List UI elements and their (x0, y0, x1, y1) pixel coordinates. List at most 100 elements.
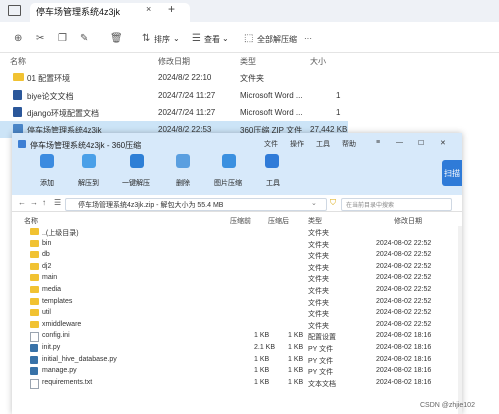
search-placeholder: 在当前目录中搜索 (346, 203, 395, 209)
zip-app-icon (18, 140, 26, 148)
col-type[interactable]: 类型 (240, 56, 256, 67)
extract-all-button[interactable]: 全部解压缩 (257, 34, 297, 45)
file-name: django环境配置文档 (27, 109, 100, 118)
zip-file-date: 2024-08-02 18:16 (376, 355, 432, 363)
list-item[interactable]: 01 配置环境 2024/8/2 22:10 文件夹 (0, 69, 348, 86)
zip-list-item[interactable]: dj2 文件夹 2024-08-02 22:52 (12, 262, 462, 273)
new-tab-icon[interactable]: + (168, 2, 175, 16)
copy-icon[interactable]: ❐ (58, 33, 67, 44)
col-size[interactable]: 大小 (310, 56, 326, 67)
zip-file-type: PY 文件 (308, 346, 334, 353)
window-icon (8, 5, 21, 16)
delete-button[interactable]: 删除 (176, 178, 190, 188)
menu-file[interactable]: 文件 (264, 139, 278, 149)
list-item[interactable]: biye论文文档 2024/7/24 11:27 Microsoft Word … (0, 87, 348, 104)
delete-icon[interactable]: 🗑 (110, 33, 123, 44)
view-icon[interactable]: ☰ (192, 33, 201, 44)
tab-close-icon[interactable]: × (146, 4, 151, 14)
extract-to-button[interactable]: 解压到 (78, 178, 99, 188)
zip-col-name[interactable]: 名称 (24, 216, 38, 226)
zip-file-type: 文本文档 (308, 380, 336, 388)
extract-icon[interactable]: ⬚ (244, 33, 253, 44)
zip-list-item[interactable]: ..(上级目录) 文件夹 (12, 227, 462, 238)
close-icon[interactable]: ✕ (440, 139, 446, 147)
zip-list-item[interactable]: init.py 2.1 KB 1 KB PY 文件 2024-08-02 18:16 (12, 343, 462, 354)
zip-size-before: 2.1 KB (254, 344, 276, 351)
image-compress-icon[interactable] (222, 154, 236, 168)
zip-col-before[interactable]: 压缩前 (230, 216, 251, 226)
file-date: 2024/7/24 11:27 (158, 108, 216, 117)
zip-file-date: 2024-08-02 22:52 (376, 251, 432, 259)
zip-file-name: requirements.txt (42, 378, 93, 386)
zip-col-date[interactable]: 修改日期 (394, 216, 422, 226)
file-size: 1 (336, 108, 341, 117)
zip-size-after: 1 KB (288, 378, 304, 386)
folder-icon (13, 73, 24, 81)
zip-file-type: 文件夹 (308, 299, 329, 307)
zip-list-item[interactable]: db 文件夹 2024-08-02 22:52 (12, 250, 462, 261)
zip-file-date: 2024-08-02 22:52 (376, 239, 432, 247)
zip-file-type: 文件夹 (308, 322, 329, 330)
zip-list-item[interactable]: requirements.txt 1 KB 1 KB 文本文档 2024-08-02 1… (12, 378, 462, 389)
menu-operate[interactable]: 操作 (290, 139, 304, 149)
path-text: 停车场管理系统4z3jk.zip - 解包大小为 55.4 MB (78, 202, 224, 209)
zip-list-item[interactable]: bin 文件夹 2024-08-02 22:52 (12, 239, 462, 250)
zip-list-item[interactable]: media 文件夹 2024-08-02 22:52 (12, 285, 462, 296)
zip-file-type: 文件夹 (308, 311, 329, 319)
forward-icon[interactable]: → (30, 198, 38, 207)
minimize-icon[interactable]: — (396, 139, 403, 146)
file-type: Microsoft Word ... (240, 108, 303, 117)
zip-file-date: 2024-08-02 18:16 (376, 378, 432, 386)
sort-icon[interactable]: ⇅ (142, 33, 150, 44)
zip-list-item[interactable]: util 文件夹 2024-08-02 22:52 (12, 308, 462, 319)
one-click-extract-icon[interactable] (130, 154, 144, 168)
zip-col-after[interactable]: 压缩后 (268, 216, 289, 226)
zip-size-before: 1 KB (254, 378, 270, 386)
tools-button[interactable]: 工具 (266, 178, 280, 188)
menu-icon[interactable]: ≡ (376, 139, 380, 146)
menu-tools[interactable]: 工具 (316, 139, 330, 149)
zip-list-item[interactable]: main 文件夹 2024-08-02 22:52 (12, 273, 462, 284)
zip-size-before: 1 KB (254, 332, 270, 340)
word-doc-icon (13, 90, 22, 100)
zip-list-item[interactable]: initial_hive_database.py 1 KB 1 KB PY 文件 202… (12, 355, 462, 366)
rename-icon[interactable]: ✎ (80, 33, 88, 44)
zip-list-item[interactable]: manage.py 1 KB 1 KB PY 文件 2024-08-02 18:16 (12, 366, 462, 377)
zip-list-item[interactable]: templates 文件夹 2024-08-02 22:52 (12, 297, 462, 308)
zip-file-name: dj2 (42, 262, 52, 270)
more-button[interactable]: ··· (304, 34, 312, 43)
up-icon[interactable]: ↑ (42, 198, 46, 207)
one-click-extract-button[interactable]: 一键解压 (122, 178, 150, 188)
add-icon[interactable] (40, 154, 54, 168)
file-date: 2024/7/24 11:27 (158, 91, 216, 100)
file-date: 2024/8/2 22:10 (158, 73, 212, 82)
col-name[interactable]: 名称 (10, 56, 26, 67)
scrollbar[interactable] (458, 226, 462, 414)
zip-col-type[interactable]: 类型 (308, 216, 322, 226)
sort-button[interactable]: 排序 (154, 34, 170, 45)
add-button[interactable]: 添加 (40, 178, 54, 188)
zip-list-item[interactable]: xmiddleware 文件夹 2024-08-02 22:52 (12, 320, 462, 331)
maximize-icon[interactable]: ☐ (418, 139, 424, 147)
extract-to-icon[interactable] (82, 154, 96, 168)
image-compress-button[interactable]: 图片压缩 (214, 178, 242, 188)
shield-icon[interactable]: ⛉ (330, 198, 336, 208)
view-button[interactable]: 查看 (204, 34, 220, 45)
cut-icon[interactable]: ✂ (36, 33, 44, 44)
path-dropdown-icon[interactable]: ⌄ (311, 199, 317, 207)
menu-help[interactable]: 帮助 (342, 139, 356, 149)
zip-file-name: initial_hive_database.py (42, 355, 117, 363)
delete-icon[interactable] (176, 154, 190, 168)
sort-chevron-icon[interactable]: ⌄ (173, 34, 180, 43)
view-chevron-icon[interactable]: ⌄ (222, 34, 229, 43)
tools-icon[interactable] (265, 154, 279, 168)
zip-file-name: init.py (42, 344, 61, 351)
list-item[interactable]: django环境配置文档 2024/7/24 11:27 Microsoft W… (0, 104, 348, 121)
zip-size-before: 1 KB (254, 367, 270, 375)
zip-list-item[interactable]: config.ini 1 KB 1 KB 配置设置 2024-08-02 18:16 (12, 331, 462, 343)
back-icon[interactable]: ← (18, 198, 26, 207)
new-icon[interactable]: ⊕ (14, 33, 22, 44)
col-date[interactable]: 修改日期 (158, 56, 190, 67)
list-view-icon[interactable]: ☰ (54, 198, 61, 207)
zip-file-type: 文件夹 (308, 241, 329, 249)
